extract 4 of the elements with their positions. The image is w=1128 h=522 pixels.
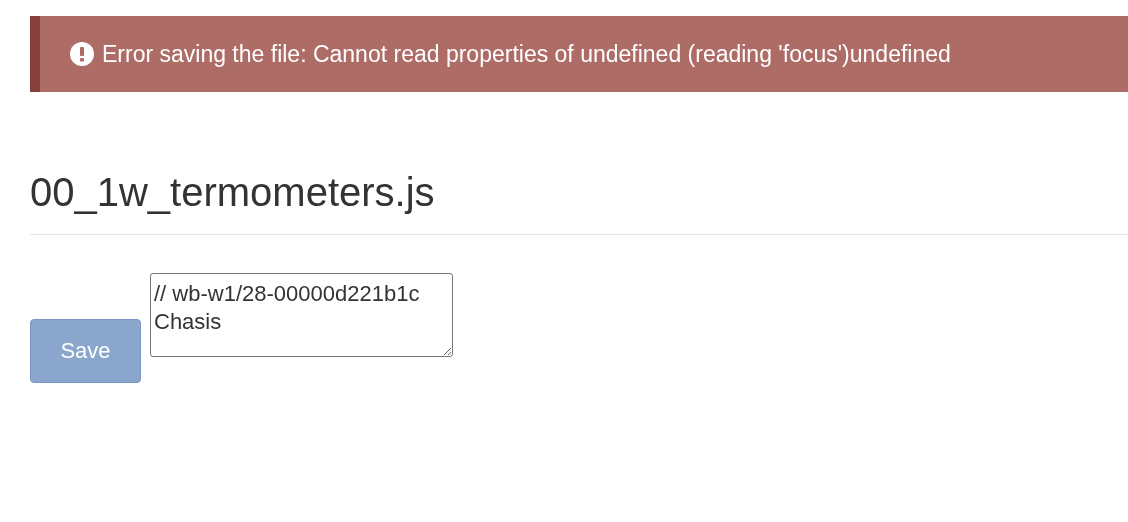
error-message: Error saving the file: Cannot read properties of undefined (reading 'focus')undefined xyxy=(102,40,951,68)
exclamation-icon xyxy=(70,42,94,66)
file-title: 00_1w_termometers.js xyxy=(30,169,435,216)
code-editor-field[interactable]: // wb-w1/28-00000d221b1c Chasis xyxy=(150,273,453,357)
